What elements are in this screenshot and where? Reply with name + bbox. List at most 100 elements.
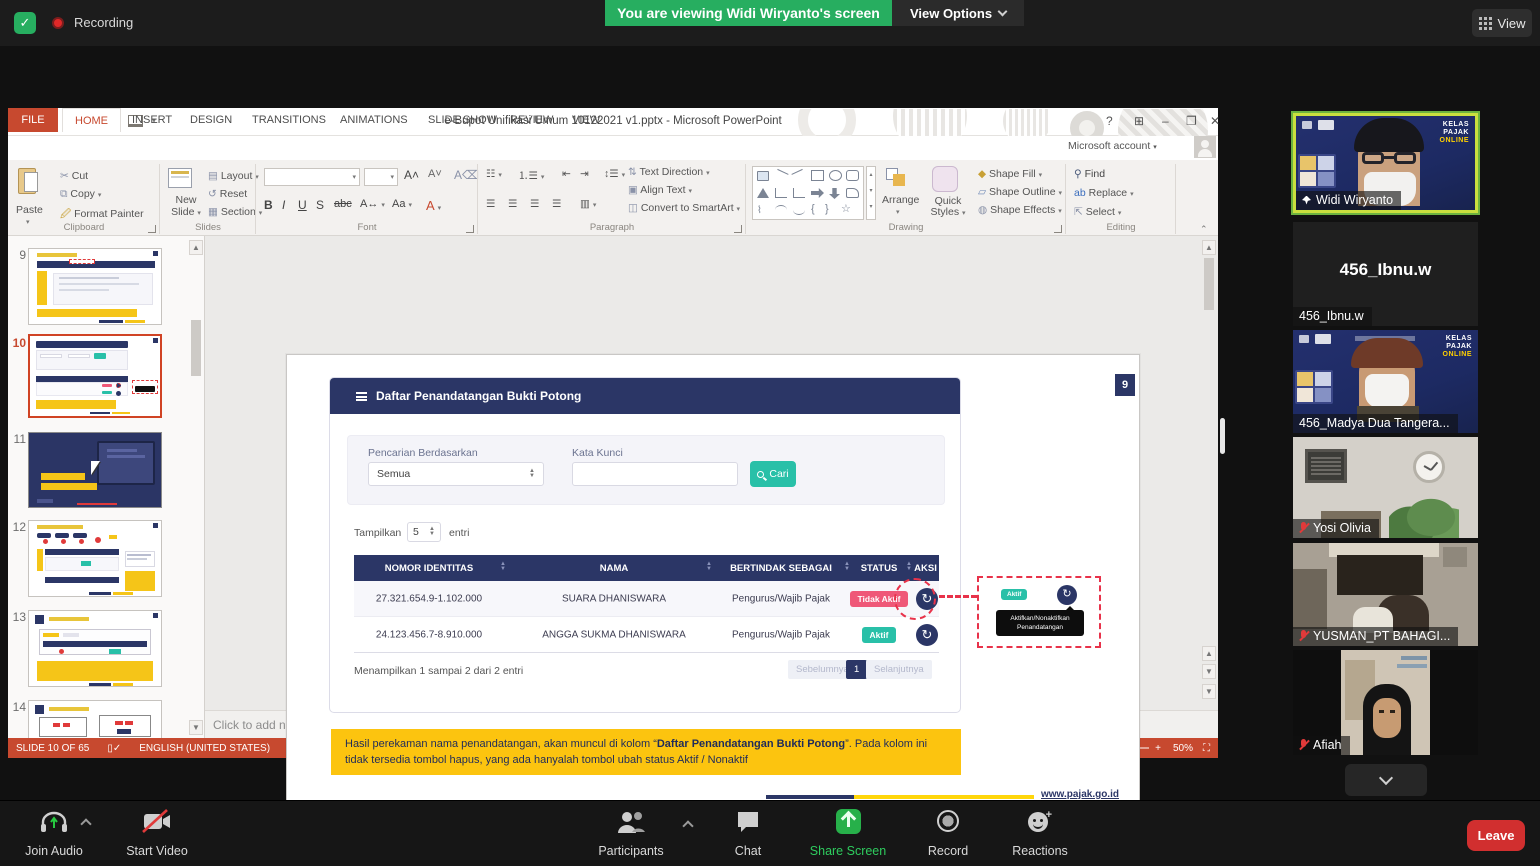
participant-tile-madya[interactable]: KELASPAJAKONLINE 456_Madya Dua Tangera..… (1293, 330, 1478, 433)
participant-tile-yosi[interactable]: Yosi Olivia (1293, 437, 1478, 538)
minimize-icon[interactable]: – (1162, 114, 1169, 128)
spellcheck-icon[interactable]: ▯✓ (107, 743, 121, 754)
record-button[interactable]: Record (912, 800, 984, 866)
italic-button[interactable]: I (282, 198, 285, 212)
tab-view[interactable]: VIEW (560, 108, 612, 132)
help-icon[interactable]: ? (1106, 114, 1113, 128)
shapes-gallery[interactable]: ⌇ { } ☆ (752, 166, 864, 220)
change-case-button[interactable]: Aa ▾ (392, 198, 412, 210)
align-center-button[interactable]: ☰ (508, 198, 517, 210)
participant-tile-yusman[interactable]: YUSMAN_PT BAHAGI... (1293, 543, 1478, 646)
convert-smartart-button[interactable]: ◫ Convert to SmartArt ▾ (628, 202, 740, 214)
participant-tile-afiah[interactable]: Afiah (1293, 650, 1478, 755)
paste-button[interactable]: Paste (16, 204, 43, 216)
decrease-indent-button[interactable]: ⇤ (562, 168, 571, 180)
keyword-input[interactable] (572, 462, 738, 486)
shape-outline-button[interactable]: ▱ Shape Outline ▾ (978, 186, 1062, 198)
col-status[interactable]: STATUS (849, 563, 909, 574)
pagination-page-1[interactable]: 1 (846, 660, 867, 679)
font-name-combo[interactable]: ▾ (264, 168, 360, 186)
align-text-button[interactable]: ▣ Align Text ▾ (628, 184, 692, 196)
shape-fill-button[interactable]: ◆ Shape Fill ▾ (978, 168, 1042, 180)
col-bertindak-sebagai[interactable]: BERTINDAK SEBAGAI (716, 563, 846, 574)
increase-indent-button[interactable]: ⇥ (580, 168, 589, 180)
character-spacing-button[interactable]: A↔ ▾ (360, 198, 385, 210)
shapes-scroll[interactable]: ▴▾▾ (866, 166, 876, 220)
collapse-ribbon-button[interactable]: ⌃ (1200, 224, 1208, 235)
security-shield-icon[interactable]: ✓ (14, 12, 36, 34)
tab-slide-show[interactable]: SLIDE SHOW (416, 108, 509, 132)
replace-button[interactable]: ab Replace ▾ (1074, 187, 1134, 199)
shadow-button[interactable]: S (316, 198, 324, 212)
font-color-button[interactable]: A ▾ (426, 198, 441, 213)
line-spacing-button[interactable]: ↕☰ ▾ (604, 168, 625, 180)
canvas-scroll-up[interactable]: ▲ (1202, 240, 1216, 255)
toggle-status-button[interactable]: ↻ (916, 624, 938, 646)
underline-button[interactable]: U (298, 198, 307, 212)
bold-button[interactable]: B (264, 198, 273, 212)
col-nomor-identitas[interactable]: NOMOR IDENTITAS (354, 563, 504, 574)
account-avatar[interactable] (1194, 136, 1216, 158)
tab-design[interactable]: DESIGN (178, 108, 244, 132)
find-button[interactable]: ⚲ Find (1074, 168, 1105, 180)
cut-button[interactable]: ✂ Cut (60, 170, 88, 182)
slide-thumbnail-10-selected[interactable] (28, 334, 162, 418)
pagination-next[interactable]: Selanjutnya (866, 660, 932, 679)
copy-button[interactable]: ⧉ Copy ▾ (60, 188, 101, 201)
reactions-button[interactable]: + Reactions (1000, 800, 1080, 866)
participant-tile-widi[interactable]: KELASPAJAKONLINE Widi Wiryanto (1293, 113, 1478, 213)
sort-icon[interactable]: ▲▼ (706, 562, 712, 572)
share-scrollbar-thumb[interactable] (1220, 418, 1225, 454)
col-nama[interactable]: NAMA (514, 563, 714, 574)
next-slide-button[interactable]: ▼ (1202, 664, 1216, 679)
clipboard-dialog-launcher[interactable] (148, 225, 156, 233)
search-by-select[interactable]: Semua ▲▼ (368, 462, 544, 486)
view-options-button[interactable]: View Options (892, 0, 1024, 26)
zoom-in-button[interactable]: + (1155, 743, 1161, 754)
tab-insert[interactable]: INSERT (120, 108, 184, 132)
per-page-select[interactable]: 5 ▲▼ (407, 522, 441, 542)
previous-slide-button[interactable]: ▲ (1202, 646, 1216, 661)
ribbon-options-icon[interactable]: ⊞ (1134, 114, 1144, 128)
view-button[interactable]: View (1472, 9, 1532, 37)
share-screen-button[interactable]: Share Screen (800, 800, 896, 866)
tab-transitions[interactable]: TRANSITIONS (240, 108, 338, 132)
quick-styles-button[interactable]: Quick Styles ▾ (926, 196, 970, 219)
account-label[interactable]: Microsoft account ▾ (1068, 140, 1157, 152)
paragraph-dialog-launcher[interactable] (734, 225, 742, 233)
language-indicator[interactable]: ENGLISH (UNITED STATES) (139, 743, 270, 754)
tab-animations[interactable]: ANIMATIONS (328, 108, 420, 132)
new-slide-button[interactable]: New Slide ▾ (166, 194, 206, 220)
canvas-scroll-thumb[interactable] (1204, 258, 1214, 310)
leave-button[interactable]: Leave (1467, 820, 1525, 851)
columns-button[interactable]: ▥ ▾ (580, 198, 596, 210)
shape-effects-button[interactable]: ◍ Shape Effects ▾ (978, 204, 1062, 216)
select-button[interactable]: ⇱ Select ▾ (1074, 206, 1121, 218)
start-video-button[interactable]: Start Video (112, 800, 202, 866)
bullets-button[interactable]: ☷ ▾ (486, 168, 502, 180)
thumb-scroll-thumb[interactable] (191, 320, 201, 376)
participant-tile-ibnu[interactable]: 456_Ibnu.w 456_Ibnu.w (1293, 222, 1478, 326)
align-right-button[interactable]: ☰ (530, 198, 539, 210)
justify-button[interactable]: ☰ (552, 198, 561, 210)
font-size-combo[interactable]: ▾ (364, 168, 398, 186)
clear-formatting-icon[interactable]: A⌫ (454, 168, 479, 182)
cari-button[interactable]: Cari (750, 461, 796, 487)
numbering-button[interactable]: ⒈☰ ▾ (518, 168, 544, 183)
text-direction-button[interactable]: ⇅ Text Direction ▾ (628, 166, 710, 178)
zoom-level[interactable]: 50% (1173, 743, 1193, 754)
tab-home[interactable]: HOME (62, 108, 121, 132)
slide-thumbnail-14[interactable] (28, 700, 162, 738)
chat-button[interactable]: Chat (716, 800, 780, 866)
decrease-font-icon[interactable]: A˅ (428, 168, 442, 180)
canvas-scroll-down[interactable]: ▼ (1202, 684, 1216, 699)
slide-thumbnail-12[interactable] (28, 520, 162, 597)
reset-button[interactable]: ↺ Reset (208, 188, 247, 200)
slide-thumbnail-9[interactable] (28, 248, 162, 325)
slide-thumbnail-13[interactable] (28, 610, 162, 687)
join-audio-button[interactable]: Join Audio (14, 800, 94, 866)
slide-thumbnail-11[interactable] (28, 432, 162, 508)
tab-file[interactable]: FILE (8, 108, 58, 132)
participants-button[interactable]: 45 Participants (588, 800, 674, 866)
layout-button[interactable]: ▤ Layout ▾ (208, 170, 259, 182)
